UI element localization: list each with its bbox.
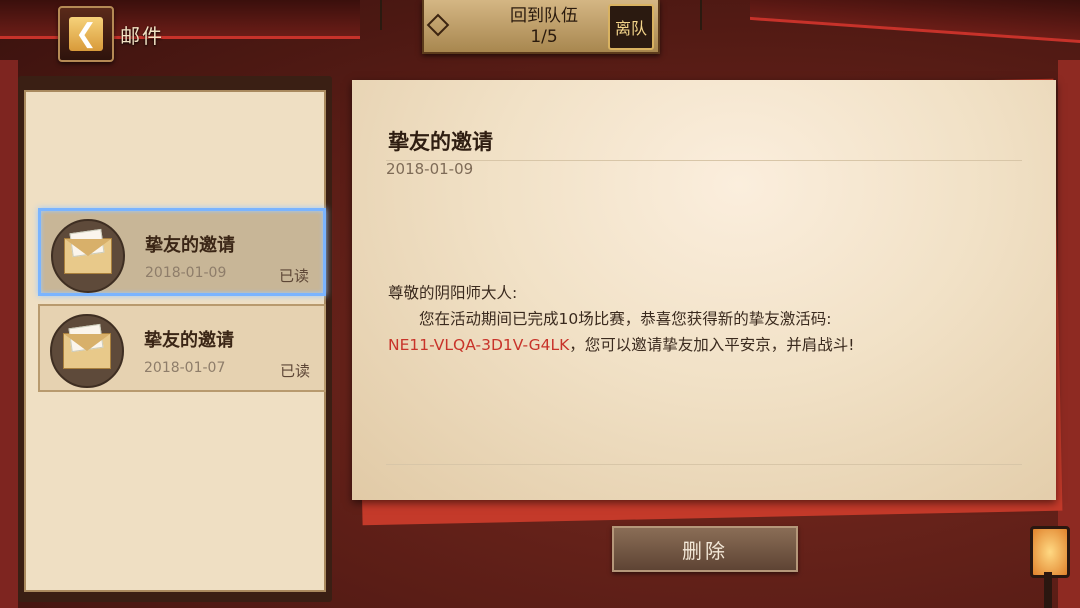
letter-divider-bottom bbox=[386, 464, 1022, 465]
team-banner[interactable]: 回到队伍 1/5 离队 bbox=[422, 0, 660, 54]
leave-team-button[interactable]: 离队 bbox=[608, 4, 654, 50]
page-title: 邮件 bbox=[120, 24, 164, 48]
diamond-icon bbox=[426, 13, 450, 37]
return-team-label: 回到队伍 bbox=[510, 6, 578, 26]
letter-body: 尊敬的阴阳师大人: 您在活动期间已完成10场比赛，恭喜您获得新的挚友激活码: N… bbox=[388, 280, 978, 358]
letter-greeting: 尊敬的阴阳师大人: bbox=[388, 284, 518, 302]
mail-screen: ❮ 邮件 回到队伍 1/5 离队 挚友的邀请 2018-01-09 已读 挚友的… bbox=[0, 0, 1080, 608]
letter-code-line: NE11-VLQA-3D1V-G4LK，您可以邀请挚友加入平安京，并肩战斗! bbox=[388, 332, 978, 358]
mail-item-title: 挚友的邀请 bbox=[145, 235, 235, 256]
mail-item-selected[interactable]: 挚友的邀请 2018-01-09 已读 bbox=[38, 208, 326, 296]
roof-decoration-right bbox=[750, 0, 1080, 44]
letter-view: 挚友的邀请 2018-01-09 尊敬的阴阳师大人: 您在活动期间已完成10场比… bbox=[352, 80, 1056, 500]
mail-item-status: 已读 bbox=[278, 267, 309, 285]
letter-date: 2018-01-09 bbox=[386, 160, 474, 178]
team-count: 1/5 bbox=[530, 27, 558, 47]
lantern-icon bbox=[1030, 526, 1070, 578]
return-team-button[interactable]: 回到队伍 1/5 bbox=[484, 6, 604, 48]
mail-item-status: 已读 bbox=[279, 362, 310, 380]
envelope-icon bbox=[51, 219, 125, 293]
envelope-icon bbox=[50, 314, 124, 388]
letter-tail: ，您可以邀请挚友加入平安京，并肩战斗! bbox=[569, 336, 855, 354]
roof-decoration-left bbox=[0, 0, 360, 39]
banner-rope-right bbox=[700, 0, 702, 30]
delete-button[interactable]: 删除 bbox=[612, 526, 798, 572]
mail-list-panel: 挚友的邀请 2018-01-09 已读 挚友的邀请 2018-01-07 已读 bbox=[18, 76, 332, 602]
mail-item-date: 2018-01-09 bbox=[145, 265, 227, 281]
activation-code: NE11-VLQA-3D1V-G4LK bbox=[388, 336, 570, 354]
mail-item-title: 挚友的邀请 bbox=[144, 330, 234, 351]
lantern-post bbox=[1044, 572, 1052, 608]
letter-divider bbox=[386, 160, 1022, 161]
banner-rope-left bbox=[380, 0, 382, 30]
mail-item[interactable]: 挚友的邀请 2018-01-07 已读 bbox=[38, 304, 326, 392]
pillar-left bbox=[0, 60, 18, 608]
letter-title: 挚友的邀请 bbox=[388, 129, 493, 154]
letter-body-line: 您在活动期间已完成10场比赛，恭喜您获得新的挚友激活码: bbox=[419, 310, 832, 328]
chevron-left-icon: ❮ bbox=[69, 17, 103, 51]
mail-list[interactable]: 挚友的邀请 2018-01-09 已读 挚友的邀请 2018-01-07 已读 bbox=[24, 90, 326, 592]
mail-item-date: 2018-01-07 bbox=[144, 360, 226, 376]
back-button[interactable]: ❮ bbox=[58, 6, 114, 62]
